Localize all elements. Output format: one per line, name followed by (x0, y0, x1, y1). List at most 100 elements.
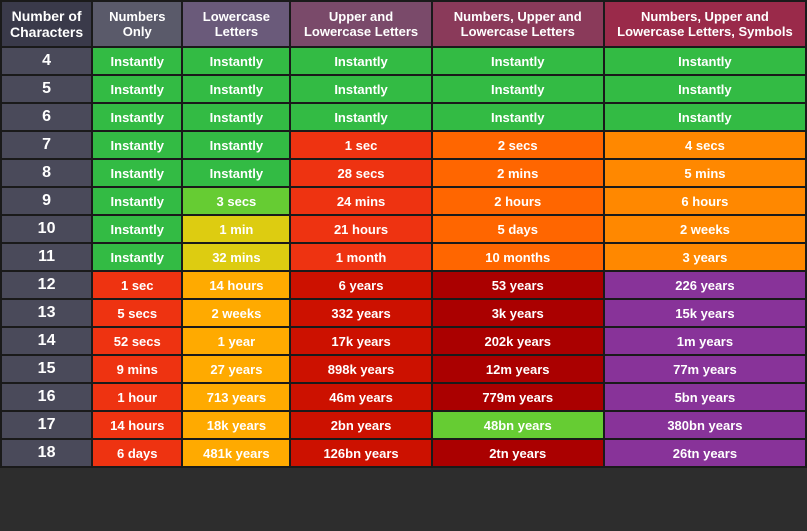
table-row: 9Instantly3 secs24 mins2 hours6 hours (1, 187, 806, 215)
header-num-upper-lower: Numbers, Upper and Lowercase Letters (432, 1, 604, 47)
table-row: 121 sec14 hours6 years53 years226 years (1, 271, 806, 299)
table-cell: 1 month (290, 243, 431, 271)
row-number: 5 (1, 75, 92, 103)
table-cell: 3k years (432, 299, 604, 327)
header-num-upper-lower-sym: Numbers, Upper and Lowercase Letters, Sy… (604, 1, 806, 47)
header-numbers-only: Numbers Only (92, 1, 182, 47)
table-cell: 77m years (604, 355, 806, 383)
table-cell: 12m years (432, 355, 604, 383)
table-row: 135 secs2 weeks332 years3k years15k year… (1, 299, 806, 327)
table-cell: 17k years (290, 327, 431, 355)
table-cell: 898k years (290, 355, 431, 383)
table-cell: 2bn years (290, 411, 431, 439)
table-cell: Instantly (92, 103, 182, 131)
table-cell: 9 mins (92, 355, 182, 383)
table-cell: 380bn years (604, 411, 806, 439)
table-cell: Instantly (604, 103, 806, 131)
table-cell: 1m years (604, 327, 806, 355)
table-cell: 46m years (290, 383, 431, 411)
table-row: 7InstantlyInstantly1 sec2 secs4 secs (1, 131, 806, 159)
table-cell: 5 days (432, 215, 604, 243)
table-cell: 28 secs (290, 159, 431, 187)
table-cell: 14 hours (92, 411, 182, 439)
row-number: 6 (1, 103, 92, 131)
main-container: Number of Characters Numbers Only Lowerc… (0, 0, 807, 468)
table-cell: 1 year (182, 327, 290, 355)
table-cell: Instantly (92, 215, 182, 243)
table-cell: 1 hour (92, 383, 182, 411)
table-cell: 18k years (182, 411, 290, 439)
table-cell: Instantly (432, 103, 604, 131)
table-cell: Instantly (92, 131, 182, 159)
table-cell: Instantly (182, 103, 290, 131)
password-crack-table: Number of Characters Numbers Only Lowerc… (0, 0, 807, 468)
table-cell: 1 sec (290, 131, 431, 159)
table-cell: 14 hours (182, 271, 290, 299)
table-cell: 3 secs (182, 187, 290, 215)
table-cell: Instantly (182, 131, 290, 159)
row-number: 14 (1, 327, 92, 355)
table-row: 10Instantly1 min21 hours5 days2 weeks (1, 215, 806, 243)
row-number: 7 (1, 131, 92, 159)
table-cell: 5 mins (604, 159, 806, 187)
table-cell: 2tn years (432, 439, 604, 467)
row-number: 12 (1, 271, 92, 299)
table-cell: 4 secs (604, 131, 806, 159)
row-number: 17 (1, 411, 92, 439)
table-cell: Instantly (604, 75, 806, 103)
table-cell: 1 sec (92, 271, 182, 299)
row-number: 16 (1, 383, 92, 411)
table-cell: 779m years (432, 383, 604, 411)
table-cell: 52 secs (92, 327, 182, 355)
table-cell: Instantly (290, 103, 431, 131)
row-number: 8 (1, 159, 92, 187)
table-cell: 1 min (182, 215, 290, 243)
table-cell: 2 hours (432, 187, 604, 215)
table-cell: 332 years (290, 299, 431, 327)
table-cell: Instantly (92, 47, 182, 75)
table-cell: 26tn years (604, 439, 806, 467)
table-row: 4InstantlyInstantlyInstantlyInstantlyIns… (1, 47, 806, 75)
table-cell: Instantly (604, 47, 806, 75)
table-cell: Instantly (92, 75, 182, 103)
header-upper-lower: Upper and Lowercase Letters (290, 1, 431, 47)
row-number: 10 (1, 215, 92, 243)
table-cell: 21 hours (290, 215, 431, 243)
header-lowercase: Lowercase Letters (182, 1, 290, 47)
table-cell: 10 months (432, 243, 604, 271)
table-cell: 6 years (290, 271, 431, 299)
row-number: 13 (1, 299, 92, 327)
table-cell: Instantly (290, 47, 431, 75)
header-num-chars: Number of Characters (1, 1, 92, 47)
table-cell: Instantly (432, 47, 604, 75)
table-cell: 48bn years (432, 411, 604, 439)
table-cell: Instantly (182, 47, 290, 75)
table-cell: 2 weeks (182, 299, 290, 327)
table-row: 1714 hours18k years2bn years48bn years38… (1, 411, 806, 439)
table-row: 6InstantlyInstantlyInstantlyInstantlyIns… (1, 103, 806, 131)
row-number: 9 (1, 187, 92, 215)
table-cell: Instantly (432, 75, 604, 103)
table-cell: Instantly (182, 159, 290, 187)
table-cell: 6 hours (604, 187, 806, 215)
table-row: 11Instantly32 mins1 month10 months3 year… (1, 243, 806, 271)
table-cell: 2 secs (432, 131, 604, 159)
table-cell: 32 mins (182, 243, 290, 271)
table-cell: Instantly (92, 187, 182, 215)
table-cell: 226 years (604, 271, 806, 299)
table-row: 1452 secs1 year17k years202k years1m yea… (1, 327, 806, 355)
table-row: 186 days481k years126bn years2tn years26… (1, 439, 806, 467)
table-cell: 53 years (432, 271, 604, 299)
table-cell: 5 secs (92, 299, 182, 327)
table-row: 5InstantlyInstantlyInstantlyInstantlyIns… (1, 75, 806, 103)
table-cell: 24 mins (290, 187, 431, 215)
table-cell: 126bn years (290, 439, 431, 467)
row-number: 4 (1, 47, 92, 75)
row-number: 15 (1, 355, 92, 383)
table-cell: Instantly (182, 75, 290, 103)
row-number: 18 (1, 439, 92, 467)
table-row: 159 mins27 years898k years12m years77m y… (1, 355, 806, 383)
table-cell: 2 weeks (604, 215, 806, 243)
table-cell: 2 mins (432, 159, 604, 187)
table-cell: 3 years (604, 243, 806, 271)
